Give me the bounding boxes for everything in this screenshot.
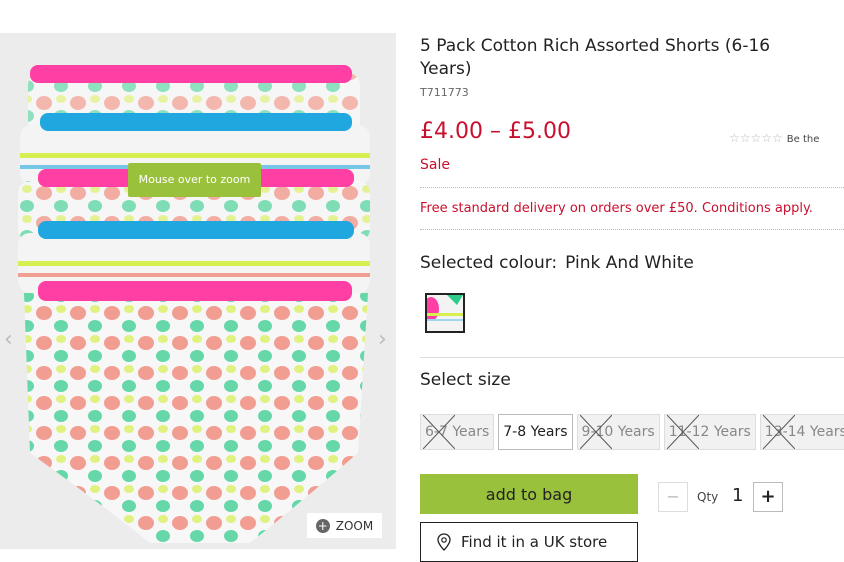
product-image <box>18 65 370 543</box>
zoom-button[interactable]: + ZOOM <box>307 513 382 538</box>
product-code: T711773 <box>420 86 469 99</box>
size-label: Select size <box>420 370 511 390</box>
location-pin-icon <box>437 533 451 551</box>
qty-decrease-button[interactable]: − <box>658 482 688 512</box>
rating-text: Be the <box>786 134 820 145</box>
add-to-bag-button[interactable]: add to bag <box>420 474 638 514</box>
chevron-left-icon[interactable]: ‹ <box>4 325 16 355</box>
divider <box>420 229 844 230</box>
size-option-label: 7-8 Years <box>503 424 568 440</box>
colour-value: Pink And White <box>565 253 694 273</box>
size-option-9-10[interactable]: 9-10 Years <box>576 414 660 450</box>
zoom-tooltip: Mouse over to zoom <box>128 163 261 197</box>
unavailable-cross-icon <box>666 415 699 449</box>
size-option-7-8[interactable]: 7-8 Years <box>498 414 573 450</box>
find-in-store-button[interactable]: Find it in a UK store <box>420 522 638 562</box>
size-option-13-14[interactable]: 13-14 Years <box>759 414 844 450</box>
unavailable-cross-icon <box>423 415 455 449</box>
zoom-plus-icon: + <box>315 518 330 533</box>
size-option-11-12[interactable]: 11-12 Years <box>663 414 756 450</box>
qty-label: Qty <box>697 490 719 504</box>
find-in-store-label: Find it in a UK store <box>461 533 608 551</box>
qty-increase-button[interactable]: + <box>753 482 783 512</box>
unavailable-cross-icon <box>762 415 795 449</box>
size-option-6-7[interactable]: 6-7 Years <box>420 414 495 450</box>
delivery-info[interactable]: Free standard delivery on orders over £5… <box>420 201 813 216</box>
product-title: 5 Pack Cotton Rich Assorted Shorts (6-16… <box>420 36 771 79</box>
product-price: £4.00 – £5.00 <box>420 119 571 144</box>
rating[interactable]: ☆☆☆☆☆ Be the <box>729 131 819 145</box>
divider <box>420 357 844 358</box>
colour-label-text: Selected colour: <box>420 253 558 273</box>
zoom-label: ZOOM <box>335 518 374 533</box>
star-rating-icon: ☆☆☆☆☆ <box>729 131 783 145</box>
colour-swatch-pink-and-white[interactable] <box>425 293 465 333</box>
qty-value[interactable]: 1 <box>732 485 743 506</box>
chevron-right-icon[interactable]: › <box>378 325 390 355</box>
divider <box>420 187 844 188</box>
unavailable-cross-icon <box>579 415 612 449</box>
sale-label: Sale <box>420 157 450 173</box>
colour-label: Selected colour: Pink And White <box>420 253 694 273</box>
product-image-gallery[interactable]: ‹ › Mouse over to zoom <box>0 33 396 549</box>
size-options: 6-7 Years 7-8 Years 9-10 Years 11-12 Yea… <box>420 414 844 450</box>
swatch-image <box>427 295 463 331</box>
